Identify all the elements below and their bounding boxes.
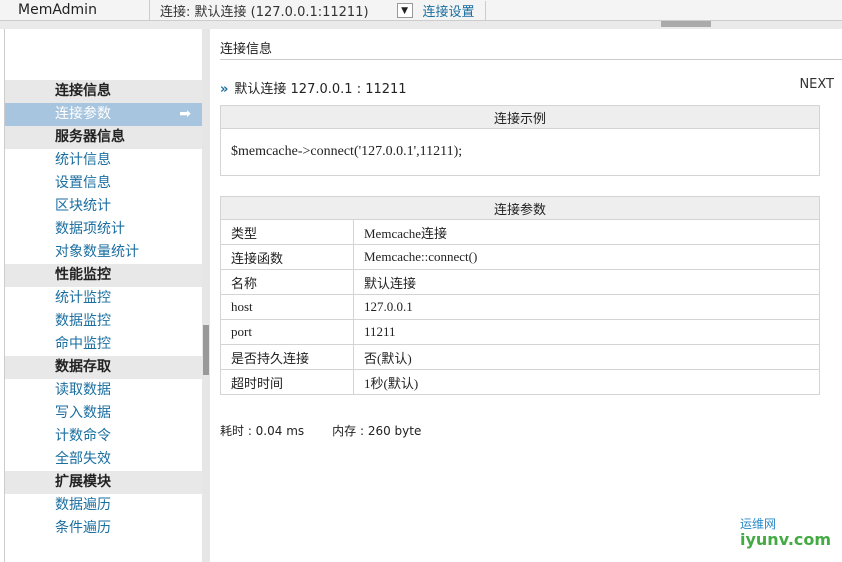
sidebar-label: 条件遍历 xyxy=(55,520,111,536)
breadcrumb-text: 默认连接 127.0.0.1 : 11211 xyxy=(234,82,407,97)
watermark-en: iyunv.com xyxy=(740,530,832,549)
sidebar-group: 连接信息 xyxy=(5,80,203,103)
param-name: 名称 xyxy=(220,269,354,295)
arrow-right-icon: ➡ xyxy=(179,106,191,122)
main-content: 连接信息 » 默认连接 127.0.0.1 : 11211 NEXT 连接示例 $… xyxy=(210,29,842,562)
watermark-logo: 运维网 iyunv.com xyxy=(740,515,831,549)
connection-settings-link[interactable]: 连接设置 xyxy=(423,0,486,20)
dropdown-arrow-icon[interactable]: ▼ xyxy=(396,2,413,18)
breadcrumb: » 默认连接 127.0.0.1 : 11211 xyxy=(220,78,407,97)
double-chevron-icon: » xyxy=(220,82,229,97)
sidebar-group: 数据存取 xyxy=(5,356,203,379)
sidebar-item[interactable]: 区块统计 xyxy=(5,195,203,218)
sidebar-item[interactable]: 统计监控 xyxy=(5,287,203,310)
horizontal-scrollbar[interactable] xyxy=(0,21,842,29)
next-button[interactable]: NEXT xyxy=(799,77,834,92)
table-row: 类型 Memcache连接 xyxy=(220,219,820,245)
table-row: 超时时间 1秒(默认) xyxy=(220,369,820,395)
sidebar-item[interactable]: 计数命令 xyxy=(5,425,203,448)
sidebar-label: 连接信息 xyxy=(55,83,111,99)
sidebar-scrollbar-thumb[interactable] xyxy=(203,325,209,375)
sidebar-label: 计数命令 xyxy=(55,428,111,444)
table-row: host 127.0.0.1 xyxy=(220,294,820,320)
param-name: 是否持久连接 xyxy=(220,344,354,370)
param-name: 连接函数 xyxy=(220,244,354,270)
param-value: 默认连接 xyxy=(353,269,820,295)
table-row: 连接函数 Memcache::connect() xyxy=(220,244,820,270)
param-value: 11211 xyxy=(353,319,820,345)
sidebar-label: 连接参数 xyxy=(55,106,111,122)
divider xyxy=(220,59,842,60)
sidebar-label: 统计信息 xyxy=(55,152,111,168)
sidebar-label: 写入数据 xyxy=(55,405,111,421)
time-stat: 耗时 : 0.04 ms xyxy=(220,424,305,438)
sidebar-label: 服务器信息 xyxy=(55,129,125,145)
connection-select[interactable]: 连接: 默认连接 (127.0.0.1:11211) xyxy=(150,1,369,20)
sidebar-item[interactable]: 全部失效 xyxy=(5,448,203,471)
scrollbar-thumb[interactable] xyxy=(661,21,711,27)
param-value: 127.0.0.1 xyxy=(353,294,820,320)
param-value: 否(默认) xyxy=(353,344,820,370)
example-header: 连接示例 xyxy=(220,105,820,129)
sidebar-item[interactable]: 数据遍历 xyxy=(5,494,203,517)
sidebar-item[interactable]: 数据监控 xyxy=(5,310,203,333)
sidebar-group: 服务器信息 xyxy=(5,126,203,149)
sidebar-item[interactable]: 对象数量统计 xyxy=(5,241,203,264)
param-value: 1秒(默认) xyxy=(353,369,820,395)
example-table: 连接示例 $memcache->connect('127.0.0.1',1121… xyxy=(220,105,820,176)
param-value: Memcache连接 xyxy=(353,219,820,245)
sidebar-item[interactable]: 条件遍历 xyxy=(5,517,203,540)
sidebar-group: 扩展模块 xyxy=(5,471,203,494)
sidebar-item[interactable]: 数据项统计 xyxy=(5,218,203,241)
table-row: port 11211 xyxy=(220,319,820,345)
sidebar-item[interactable]: 设置信息 xyxy=(5,172,203,195)
sidebar-label: 读取数据 xyxy=(55,382,111,398)
params-header: 连接参数 xyxy=(220,196,820,220)
sidebar-label: 全部失效 xyxy=(55,451,111,467)
sidebar-label: 区块统计 xyxy=(55,198,111,214)
sidebar-item[interactable]: 命中监控 xyxy=(5,333,203,356)
sidebar-label: 对象数量统计 xyxy=(55,244,139,260)
sidebar-group: 性能监控 xyxy=(5,264,203,287)
sidebar-item[interactable]: 统计信息 xyxy=(5,149,203,172)
table-row: 名称 默认连接 xyxy=(220,269,820,295)
param-name: host xyxy=(220,294,354,320)
sidebar-label: 统计监控 xyxy=(55,290,111,306)
page-title: 连接信息 xyxy=(220,42,273,57)
sidebar-label: 数据项统计 xyxy=(55,221,125,237)
param-name: port xyxy=(220,319,354,345)
memory-stat: 内存 : 260 byte xyxy=(332,424,422,438)
watermark-cn: 运维网 xyxy=(740,517,777,531)
brand-logo[interactable]: MemAdmin xyxy=(0,0,150,21)
sidebar-label: 性能监控 xyxy=(55,267,111,283)
sidebar-label: 数据遍历 xyxy=(55,497,111,513)
sidebar-label: 设置信息 xyxy=(55,175,111,191)
sidebar-scrollbar[interactable] xyxy=(202,29,210,562)
sidebar-label: 数据存取 xyxy=(55,359,111,375)
sidebar-label: 扩展模块 xyxy=(55,474,111,490)
sidebar-label: 命中监控 xyxy=(55,336,111,352)
params-table: 连接参数 类型 Memcache连接 连接函数 Memcache::connect()… xyxy=(220,196,820,395)
sidebar-label: 数据监控 xyxy=(55,313,111,329)
example-code: $memcache->connect('127.0.0.1',11211); xyxy=(220,128,820,176)
param-value: Memcache::connect() xyxy=(353,244,820,270)
sidebar-item[interactable]: 写入数据 xyxy=(5,402,203,425)
param-name: 类型 xyxy=(220,219,354,245)
sidebar-item[interactable]: 连接参数 ➡ xyxy=(5,103,203,126)
table-row: 是否持久连接 否(默认) xyxy=(220,344,820,370)
param-name: 超时时间 xyxy=(220,369,354,395)
sidebar-item[interactable]: 读取数据 xyxy=(5,379,203,402)
sidebar: 连接信息连接参数 ➡ 服务器信息统计信息设置信息区块统计数据项统计对象数量统计 性能监… xyxy=(4,29,203,562)
stats: 耗时 : 0.04 ms 内存 : 260 byte xyxy=(220,422,449,439)
top-bar: MemAdmin 连接: 默认连接 (127.0.0.1:11211) ▼ 连接… xyxy=(0,0,842,21)
